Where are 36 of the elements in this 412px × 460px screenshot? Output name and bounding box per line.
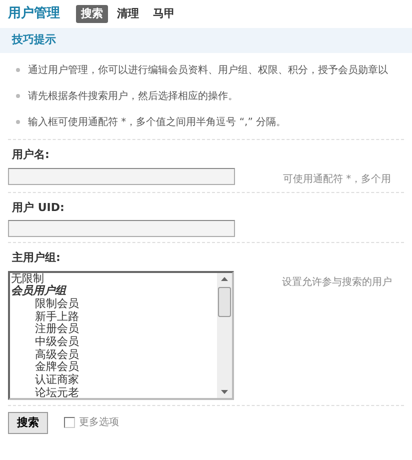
field-label: 主用户组: [12, 250, 62, 266]
list-option[interactable]: 论坛元老 [10, 386, 217, 398]
list-option[interactable]: 认证商家 [10, 374, 217, 387]
bullet-icon [16, 68, 20, 72]
list-option[interactable]: 无限制 [10, 272, 217, 286]
field-label: 用户 UID: [12, 200, 66, 216]
tab[interactable]: 搜索 [76, 4, 108, 24]
list-option[interactable]: 新手上路 [10, 310, 217, 324]
list-option[interactable]: 限制会员 [10, 298, 217, 311]
field-label: 用户名: [12, 147, 50, 163]
scrollbar-thumb[interactable] [218, 286, 231, 316]
bullet-icon [16, 94, 20, 98]
checkbox[interactable] [64, 417, 75, 428]
field-hint: 可使用通配符 *，多个用 [283, 172, 392, 186]
search-button[interactable]: 搜索 [8, 412, 48, 434]
field-hint: 设置允许参与搜索的用户 [282, 276, 392, 290]
tip-text: 输入框可使用通配符 *，多个值之间用半角逗号 “,” 分隔。 [28, 116, 286, 130]
scroll-down-icon[interactable] [221, 390, 228, 394]
tab[interactable]: 清理 [112, 4, 144, 24]
group-listbox[interactable]: 无限制 会员用户组 限制会员 新手上路 注册会员 中级会员 高级会员 金牌会员 认证商家 论坛元老 [8, 270, 234, 400]
list-option[interactable]: 高级会员 [10, 348, 217, 362]
list-option[interactable]: 注册会员 [10, 323, 217, 336]
list-option[interactable]: 金牌会员 [10, 361, 217, 374]
bullet-icon [16, 120, 20, 124]
tip-text: 通过用户管理，你可以进行编辑会员资料、用户组、权限、积分，授予会员勋章以 [28, 64, 388, 78]
tip-text: 请先根据条件搜索用户，然后选择相应的操作。 [28, 90, 238, 104]
checkbox-label[interactable]: 更多选项 [79, 415, 119, 430]
text-field[interactable] [8, 168, 235, 184]
scrollbar[interactable] [217, 272, 232, 398]
tips-title: 技巧提示 [12, 33, 56, 46]
scroll-up-icon[interactable] [221, 276, 228, 280]
tab[interactable]: 马甲 [148, 4, 180, 24]
text-field[interactable] [8, 220, 235, 237]
page-title: 用户管理 [8, 4, 60, 24]
list-option[interactable]: 中级会员 [10, 336, 217, 349]
option-group-label: 会员用户组 [10, 285, 68, 298]
